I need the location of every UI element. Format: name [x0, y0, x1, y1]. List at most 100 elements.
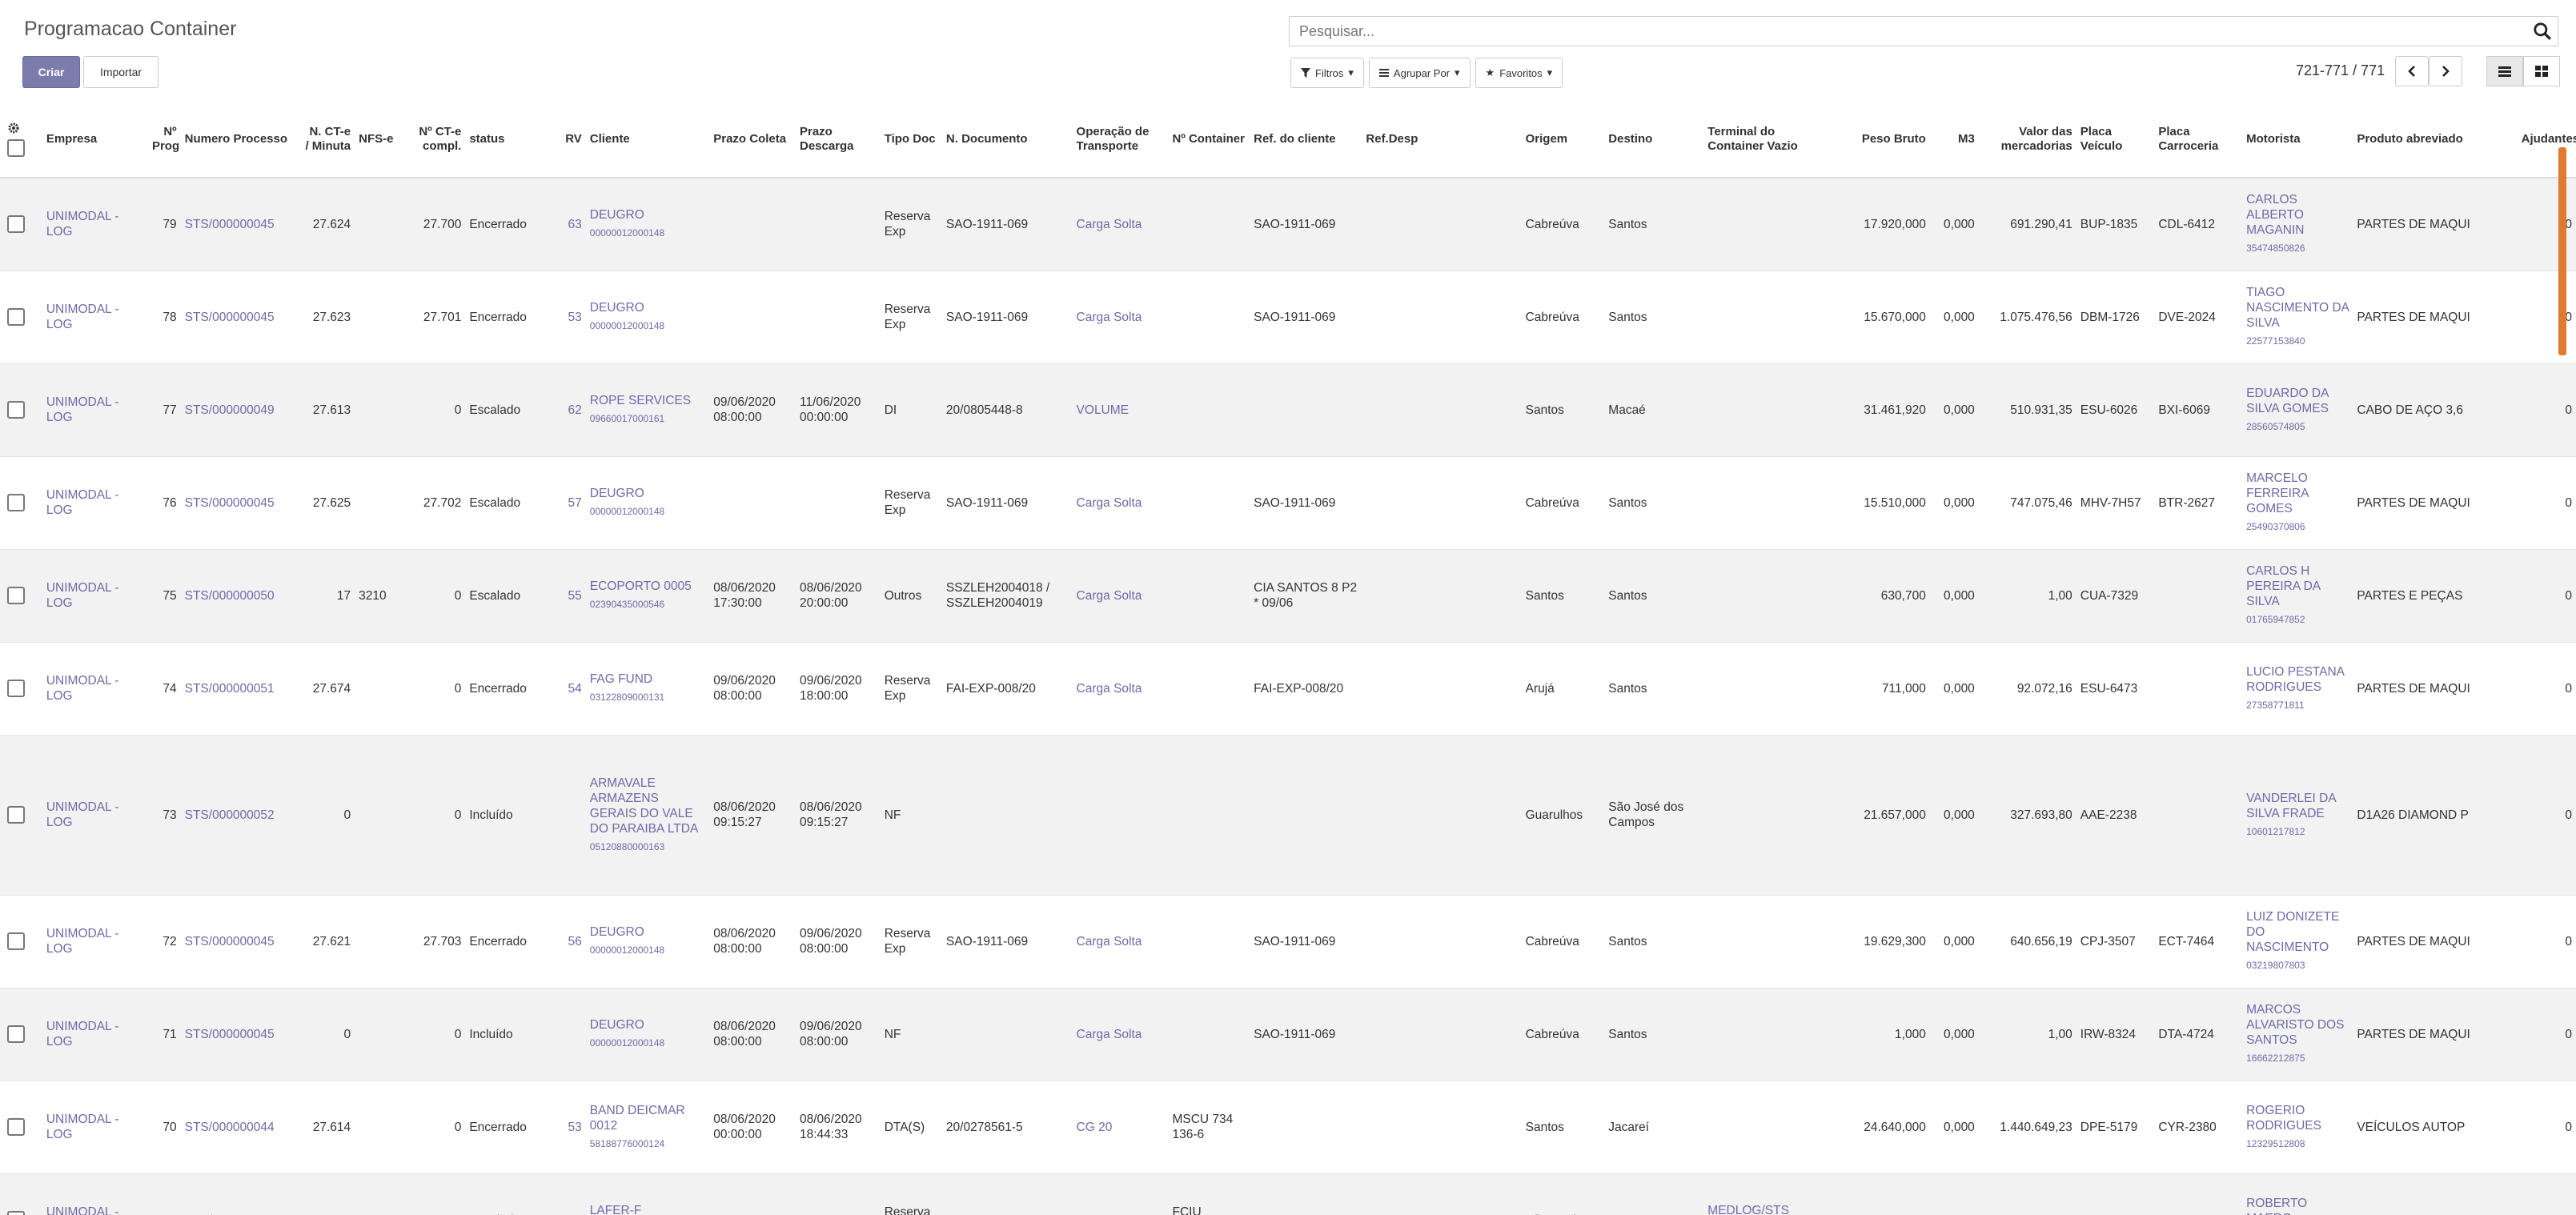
table-row[interactable]: UNIMODAL - LOG 70 STS/000000044 27.614 0 Ence… [0, 1081, 2576, 1173]
column-header-origem[interactable]: Origem [1521, 101, 1605, 178]
cell-cliente[interactable]: ROPE SERVICES 09660017000161 [586, 363, 709, 456]
column-header-ref_desp[interactable]: Ref.Desp [1362, 101, 1522, 178]
cell-motorista[interactable]: MARCOS ALVARISTO DOS SANTOS 16662212875 [2242, 988, 2353, 1081]
cell-operacao[interactable]: CG 20 [1073, 1173, 1169, 1215]
cell-terminal[interactable]: MEDLOG/STS06460688001353 [1703, 1173, 1827, 1215]
cell-cliente[interactable]: DEUGRO 00000012000148 [586, 271, 709, 363]
cell-operacao[interactable]: Carga Solta [1073, 271, 1169, 363]
column-header-prazo_descarga[interactable]: Prazo Descarga [795, 101, 881, 178]
cell-motorista[interactable]: LUCIO PESTANA RODRIGUES 27358771811 [2242, 642, 2353, 735]
cell-empresa[interactable]: UNIMODAL - LOG [42, 1173, 148, 1215]
column-header-m3[interactable]: M3 [1929, 101, 1979, 178]
cell-empresa[interactable]: UNIMODAL - LOG [42, 549, 148, 642]
row-checkbox[interactable] [7, 587, 25, 604]
column-header-valor[interactable]: Valor das mercadorias [1978, 101, 2076, 178]
cell-processo[interactable]: STS/000000045 [181, 271, 301, 363]
column-header-motorista[interactable]: Motorista [2242, 101, 2353, 178]
list-view-button[interactable] [2486, 56, 2523, 86]
cell-rv[interactable]: 55 [547, 549, 586, 642]
row-checkbox[interactable] [7, 932, 25, 950]
column-header-ct_minuta[interactable]: N. CT-e / Minuta [301, 101, 355, 178]
row-checkbox[interactable] [7, 308, 25, 326]
cell-empresa[interactable]: UNIMODAL - LOG [42, 735, 148, 895]
cell-empresa[interactable]: UNIMODAL - LOG [42, 456, 148, 549]
table-row[interactable]: UNIMODAL - LOG 78 STS/000000045 27.623 27.70… [0, 271, 2576, 363]
kanban-view-button[interactable] [2523, 56, 2560, 86]
row-checkbox[interactable] [7, 494, 25, 511]
group-by-button[interactable]: Agrupar Por ▾ [1368, 58, 1471, 88]
cell-processo[interactable]: STS/000000043 [181, 1173, 301, 1215]
cell-motorista[interactable]: VANDERLEI DA SILVA FRADE 10601217812 [2242, 735, 2353, 895]
cell-processo[interactable]: STS/000000049 [181, 363, 301, 456]
cell-rv[interactable]: 54 [547, 642, 586, 735]
cell-empresa[interactable]: UNIMODAL - LOG [42, 363, 148, 456]
pager-next-button[interactable] [2429, 56, 2462, 86]
cell-rv[interactable]: 63 [547, 178, 586, 271]
column-header-placa_veiculo[interactable]: Placa Veículo [2076, 101, 2155, 178]
cell-motorista[interactable]: MARCELO FERREIRA GOMES 25490370806 [2242, 456, 2353, 549]
column-header-nprog[interactable]: Nº Prog [147, 101, 181, 178]
table-row[interactable]: UNIMODAL - LOG69STS/00000004327.6170Esca… [0, 1173, 2576, 1215]
row-checkbox[interactable] [7, 806, 25, 824]
table-row[interactable]: UNIMODAL - LOG 72 STS/000000045 27.621 27.70… [0, 895, 2576, 988]
cell-cliente[interactable]: LAFER-F61066714000103 [586, 1173, 709, 1215]
column-header-operacao[interactable]: Operação de Transporte [1072, 101, 1169, 178]
cell-operacao[interactable]: CG 20 [1073, 1081, 1169, 1173]
table-row[interactable]: UNIMODAL - LOG 77 STS/000000049 27.613 0 Esca… [0, 363, 2576, 456]
table-row[interactable]: UNIMODAL - LOG 75 STS/000000050 17 3210 0 Esca… [0, 549, 2576, 642]
table-row[interactable]: UNIMODAL - LOG 76 STS/000000045 27.625 27.70… [0, 456, 2576, 549]
cell-cliente[interactable]: FAG FUND 03122809000131 [586, 642, 709, 735]
cell-processo[interactable]: STS/000000045 [181, 895, 301, 988]
cell-rv[interactable]: 56 [547, 895, 586, 988]
cell-terminal[interactable] [1703, 1081, 1827, 1173]
cell-rv[interactable]: 62 [547, 363, 586, 456]
cell-motorista[interactable]: ROGERIO RODRIGUES 12329512808 [2242, 1081, 2353, 1173]
cell-empresa[interactable]: UNIMODAL - LOG [42, 1081, 148, 1173]
cell-processo[interactable]: STS/000000045 [181, 456, 301, 549]
cell-empresa[interactable]: UNIMODAL - LOG [42, 271, 148, 363]
column-header-terminal[interactable]: Terminal do Container Vazio [1703, 101, 1828, 178]
cell-terminal[interactable] [1703, 178, 1827, 271]
cell-rv[interactable]: 53 [547, 271, 586, 363]
cell-terminal[interactable] [1703, 549, 1827, 642]
cell-cliente[interactable]: ARMAVALE ARMAZENS GERAIS DO VALE DO PARA… [586, 735, 709, 895]
cell-operacao[interactable]: Carga Solta [1073, 895, 1169, 988]
cell-empresa[interactable]: UNIMODAL - LOG [42, 642, 148, 735]
row-checkbox[interactable] [7, 1025, 25, 1043]
cell-terminal[interactable] [1703, 456, 1827, 549]
column-header-peso[interactable]: Peso Bruto [1827, 101, 1930, 178]
cell-processo[interactable]: STS/000000052 [181, 735, 301, 895]
column-header-nfse[interactable]: NFS-e [355, 101, 414, 178]
cell-terminal[interactable] [1703, 271, 1827, 363]
column-header-container[interactable]: Nº Container [1168, 101, 1250, 178]
pager-previous-button[interactable] [2395, 56, 2429, 86]
search-input[interactable] [1298, 17, 2502, 46]
table-row[interactable]: UNIMODAL - LOG 74 STS/000000051 27.674 0 Ence… [0, 642, 2576, 735]
column-header-status[interactable]: status [465, 101, 547, 178]
cell-terminal[interactable] [1703, 642, 1827, 735]
row-checkbox[interactable] [7, 401, 25, 419]
cell-processo[interactable]: STS/000000050 [181, 549, 301, 642]
cell-rv[interactable]: 53 [547, 1081, 586, 1173]
cell-processo[interactable]: STS/000000051 [181, 642, 301, 735]
cell-cliente[interactable]: BAND DEICMAR 0012 58188776000124 [586, 1081, 709, 1173]
cell-terminal[interactable] [1703, 363, 1827, 456]
scrollbar-thumb[interactable] [2558, 147, 2566, 355]
column-header-n_documento[interactable]: N. Documento [941, 101, 1073, 178]
cell-processo[interactable]: STS/000000045 [181, 178, 301, 271]
cell-operacao[interactable] [1073, 735, 1169, 895]
cell-rv[interactable]: 57 [547, 456, 586, 549]
column-header-empresa[interactable]: Empresa [42, 101, 148, 178]
cell-processo[interactable]: STS/000000045 [181, 988, 301, 1081]
column-header-ct_compl[interactable]: Nº CT-e compl. [413, 101, 466, 178]
search-icon[interactable] [2532, 21, 2553, 42]
column-header-processo[interactable]: Numero Processo [180, 101, 302, 178]
cell-processo[interactable]: STS/000000044 [181, 1081, 301, 1173]
cell-rv[interactable] [547, 735, 586, 895]
cell-operacao[interactable]: Carga Solta [1073, 988, 1169, 1081]
cell-motorista[interactable]: EDUARDO DA SILVA GOMES 28560574805 [2242, 363, 2353, 456]
cell-cliente[interactable]: DEUGRO 00000012000148 [586, 178, 709, 271]
table-row[interactable]: UNIMODAL - LOG 71 STS/000000045 0 0 Incluído D… [0, 988, 2576, 1081]
cell-motorista[interactable]: TIAGO NASCIMENTO DA SILVA 22577153840 [2242, 271, 2353, 363]
select-all-checkbox[interactable] [7, 138, 25, 157]
